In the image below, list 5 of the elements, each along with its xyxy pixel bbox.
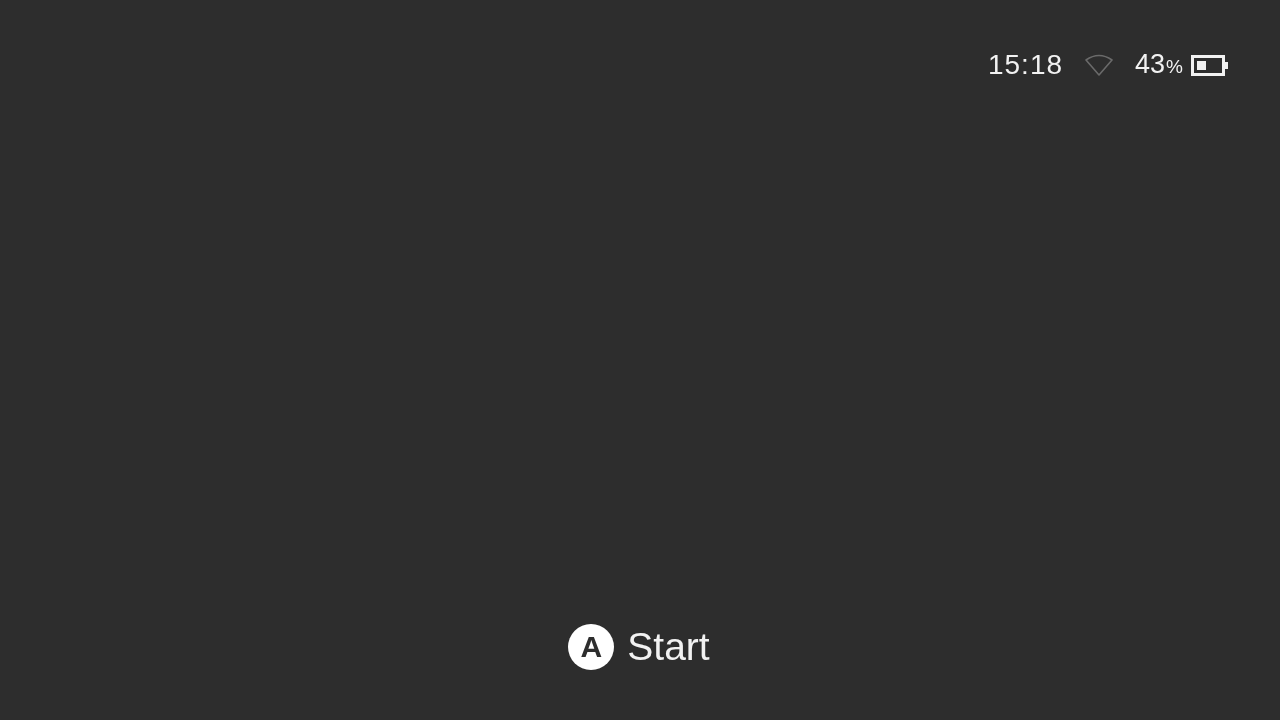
battery-icon: [1191, 54, 1228, 76]
start-button[interactable]: A Start: [568, 624, 710, 670]
battery-percentage: 43%: [1135, 48, 1183, 81]
a-key-glyph: A: [568, 624, 615, 670]
clock-time: 15:18: [987, 50, 1064, 80]
